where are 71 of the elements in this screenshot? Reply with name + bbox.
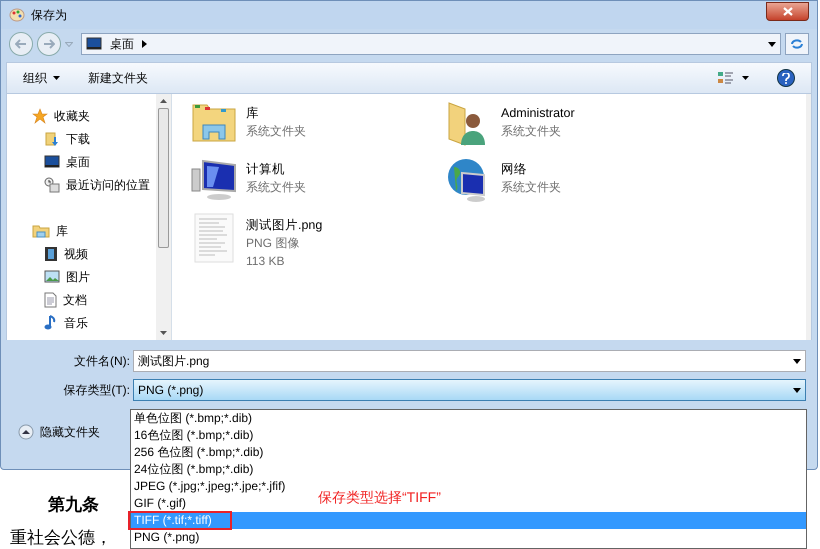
- file-name-label: 文件名(N):: [73, 353, 131, 370]
- item-name: 网络: [501, 161, 528, 178]
- file-item[interactable]: 库 系统文件夹: [190, 100, 445, 156]
- dropdown-caret-icon[interactable]: [793, 358, 801, 364]
- file-item[interactable]: 测试图片.png PNG 图像 113 KB: [190, 212, 445, 268]
- document-heading: 第九条: [48, 494, 99, 516]
- item-detail: 系统文件夹: [501, 123, 562, 140]
- item-name: 库: [246, 105, 260, 122]
- nav-item[interactable]: 图片: [32, 265, 156, 288]
- view-list-icon: [718, 71, 734, 85]
- nav-item[interactable]: 下载: [32, 127, 156, 150]
- nav-item[interactable]: 桌面: [32, 150, 156, 173]
- breadcrumb-item[interactable]: 桌面: [110, 35, 134, 53]
- file-name-field[interactable]: 测试图片.png: [133, 350, 806, 372]
- paint-palette-icon: [9, 8, 25, 22]
- window-title: 保存为: [31, 7, 67, 24]
- star-icon: [32, 108, 48, 124]
- file-item[interactable]: Administrator 系统文件夹: [445, 100, 806, 156]
- close-button[interactable]: [766, 2, 809, 20]
- desktop-icon: [86, 37, 102, 51]
- caret-icon: [742, 76, 749, 80]
- breadcrumb-arrow-icon[interactable]: [142, 40, 147, 48]
- nav-item[interactable]: 文档: [32, 288, 156, 311]
- forward-arrow-icon: [43, 39, 55, 49]
- hide-folders-button[interactable]: 隐藏文件夹: [18, 423, 100, 441]
- annotation-text: 保存类型选择“TIFF”: [318, 488, 441, 507]
- item-detail: 系统文件夹: [501, 179, 561, 196]
- file-type-dropdown[interactable]: PNG (*.png): [133, 379, 806, 401]
- scroll-up-arrow-icon[interactable]: [160, 99, 167, 103]
- file-item[interactable]: 计算机 系统文件夹: [190, 156, 445, 212]
- computer-icon: [191, 157, 237, 201]
- scrollbar[interactable]: [156, 94, 171, 340]
- close-icon: [782, 6, 792, 16]
- address-bar[interactable]: 桌面: [81, 33, 781, 55]
- nav-group-item[interactable]: 库: [32, 219, 156, 242]
- dropdown-caret-icon[interactable]: [793, 388, 801, 392]
- nav-item[interactable]: 视频: [32, 242, 156, 265]
- dropdown-caret-icon[interactable]: [768, 42, 776, 46]
- scroll-down-arrow-icon[interactable]: [160, 331, 167, 335]
- item-detail: 系统文件夹: [246, 179, 306, 196]
- nav-item[interactable]: 音乐: [32, 311, 156, 334]
- picture-icon: [44, 270, 60, 283]
- help-icon: [782, 72, 790, 84]
- library-folder-icon: [32, 224, 50, 238]
- file-type-label: 保存类型(T):: [62, 382, 131, 399]
- item-detail: 系统文件夹: [246, 123, 306, 140]
- file-item[interactable]: 网络 系统文件夹: [445, 156, 806, 212]
- view-options-button[interactable]: [718, 71, 749, 85]
- folder-download-icon: [44, 130, 60, 146]
- organize-button[interactable]: 组织: [23, 69, 60, 87]
- scrollbar-thumb[interactable]: [158, 108, 169, 248]
- refresh-button[interactable]: [785, 33, 809, 55]
- nav-group-item[interactable]: 收藏夹: [32, 104, 156, 127]
- back-arrow-icon: [15, 39, 27, 49]
- help-button[interactable]: [777, 69, 795, 87]
- item-detail: 113 KB: [246, 253, 286, 270]
- image-file-thumbnail: [194, 213, 234, 263]
- desktop-icon: [44, 154, 60, 168]
- document-text: 重社会公德，: [10, 527, 112, 549]
- document-icon: [44, 292, 57, 308]
- new-folder-button[interactable]: 新建文件夹: [88, 69, 148, 87]
- nav-item[interactable]: 最近访问的位置: [32, 173, 156, 196]
- refresh-arrows-icon: [790, 38, 804, 50]
- film-icon: [44, 246, 58, 262]
- caret-icon: [53, 76, 60, 80]
- item-detail: PNG 图像: [246, 235, 300, 252]
- item-name: 计算机: [246, 161, 286, 178]
- music-note-icon: [44, 314, 58, 330]
- item-name: Administrator: [501, 105, 575, 122]
- item-name: 测试图片.png: [246, 217, 322, 234]
- recent-places-icon: [44, 176, 60, 192]
